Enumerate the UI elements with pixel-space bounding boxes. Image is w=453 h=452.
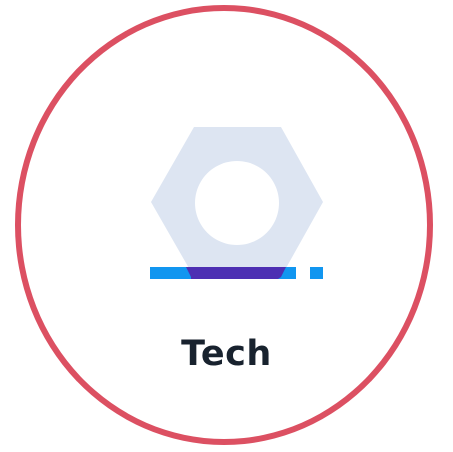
hex-nut-icon xyxy=(145,122,330,287)
badge-label: Tech xyxy=(181,334,272,374)
